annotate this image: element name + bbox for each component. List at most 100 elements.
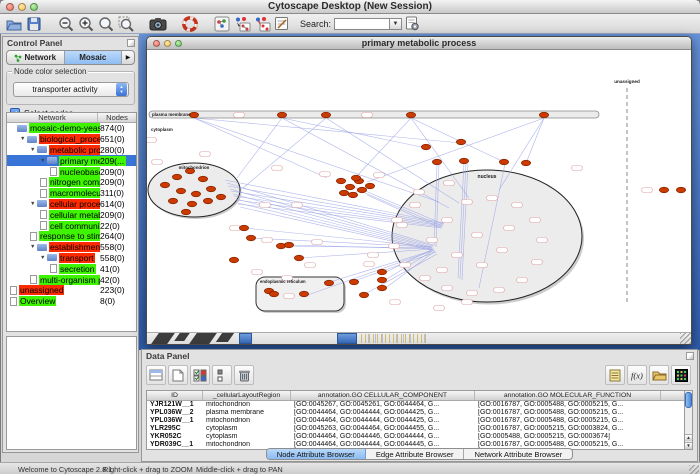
select-attributes-button[interactable] xyxy=(190,365,210,385)
unselect-attributes-button[interactable] xyxy=(212,365,232,385)
graph-node[interactable] xyxy=(203,198,212,204)
graph-node[interactable] xyxy=(262,238,273,243)
graph-node[interactable] xyxy=(521,160,530,166)
graph-node[interactable] xyxy=(348,192,357,198)
network-canvas-scrollbar[interactable] xyxy=(147,332,691,344)
tree-item[interactable]: ▼metabolic process280(0) xyxy=(7,145,136,156)
tree-item[interactable]: ▼cellular process614(0) xyxy=(7,199,136,210)
graph-node[interactable] xyxy=(437,268,448,273)
tab-edge-attribute-browser[interactable]: Edge Attribute Browser xyxy=(366,449,465,459)
resize-grip[interactable] xyxy=(680,333,691,344)
zoom-selected-button[interactable] xyxy=(116,15,136,33)
search-input[interactable] xyxy=(334,18,390,30)
expand-arrow-icon[interactable]: ▼ xyxy=(40,255,47,261)
graph-node[interactable] xyxy=(284,242,293,248)
graph-node[interactable] xyxy=(200,152,211,157)
graph-node[interactable] xyxy=(168,198,177,204)
graph-node[interactable] xyxy=(239,225,248,231)
import-attributes-button[interactable] xyxy=(649,365,669,385)
graph-node[interactable] xyxy=(462,200,473,205)
tab-overflow-arrow[interactable]: ▶ xyxy=(122,51,134,64)
graph-node[interactable] xyxy=(339,190,348,196)
graph-node[interactable] xyxy=(477,263,488,268)
graph-node[interactable] xyxy=(432,159,441,165)
scrollbar-thumb[interactable] xyxy=(685,392,692,408)
search-dropdown-arrow[interactable]: ▼ xyxy=(390,18,402,30)
graph-node[interactable] xyxy=(539,112,548,118)
delete-attribute-button[interactable] xyxy=(234,365,254,385)
tree-item[interactable]: secretion41(0) xyxy=(7,263,136,274)
graph-node[interactable] xyxy=(389,244,400,249)
graph-node[interactable] xyxy=(499,159,508,165)
graph-node[interactable] xyxy=(512,203,523,208)
table-row[interactable]: YKR052Ccytoplasm[GO:0044464, GO:0044446,… xyxy=(147,433,685,441)
graph-node[interactable] xyxy=(530,218,541,223)
window-resize-grip[interactable] xyxy=(689,465,699,474)
graph-node[interactable] xyxy=(452,253,463,258)
column-header[interactable] xyxy=(661,391,685,400)
graph-node[interactable] xyxy=(198,176,207,182)
graph-node[interactable] xyxy=(336,178,345,184)
expand-arrow-icon[interactable]: ▼ xyxy=(30,244,37,250)
tree-item[interactable]: multi-organism pro42(0) xyxy=(7,274,136,285)
graph-node[interactable] xyxy=(517,278,528,283)
plasma-membrane-region[interactable] xyxy=(149,111,599,118)
graph-node[interactable] xyxy=(234,113,245,118)
graph-node[interactable] xyxy=(442,286,453,291)
graph-node[interactable] xyxy=(497,248,508,253)
tree-item[interactable]: cell communicat22(0) xyxy=(7,220,136,231)
graph-node[interactable] xyxy=(321,112,330,118)
search-options-button[interactable] xyxy=(402,15,422,33)
graph-node[interactable] xyxy=(676,187,685,193)
attribute-table[interactable]: ID_cellularLayoutRegionannotation.GO CEL… xyxy=(146,390,686,450)
tab-network[interactable]: Network xyxy=(7,51,65,64)
graph-node[interactable] xyxy=(444,181,455,186)
graph-node[interactable] xyxy=(147,138,157,143)
graph-node[interactable] xyxy=(269,291,278,297)
tree-item[interactable]: unassigned223(0) xyxy=(7,285,136,296)
graph-node[interactable] xyxy=(421,144,430,150)
graph-node[interactable] xyxy=(487,196,498,201)
tab-node-attribute-browser[interactable]: Node Attribute Browser xyxy=(267,449,366,459)
graph-node[interactable] xyxy=(176,188,185,194)
graph-node[interactable] xyxy=(260,203,271,208)
scroll-up-arrow[interactable]: ▲ xyxy=(685,434,692,441)
column-header[interactable]: ID xyxy=(147,391,203,400)
float-panel-icon[interactable] xyxy=(127,39,135,47)
graph-node[interactable] xyxy=(434,306,445,311)
graph-node[interactable] xyxy=(206,186,215,192)
graph-node[interactable] xyxy=(187,201,196,207)
tree-item[interactable]: mosaic-demo-yeast874(0) xyxy=(7,123,136,134)
graph-node[interactable] xyxy=(351,175,360,181)
open-button[interactable] xyxy=(4,15,24,33)
graph-node[interactable] xyxy=(390,300,401,305)
graph-node[interactable] xyxy=(359,292,368,298)
graph-node[interactable] xyxy=(320,172,331,177)
graph-node[interactable] xyxy=(299,291,308,297)
scrollbar-thumb[interactable] xyxy=(239,333,252,344)
graph-node[interactable] xyxy=(462,300,473,305)
zoom-out-button[interactable] xyxy=(56,15,76,33)
graph-node[interactable] xyxy=(357,187,366,193)
graph-node[interactable] xyxy=(494,288,505,293)
create-attribute-button[interactable] xyxy=(168,365,188,385)
annotation-button[interactable] xyxy=(272,15,292,33)
graph-node[interactable] xyxy=(172,174,181,180)
graph-node[interactable] xyxy=(406,112,415,118)
table-row[interactable]: YPL036W__1mitochondrion[GO:0044464, GO:0… xyxy=(147,417,685,425)
show-attributes-button[interactable] xyxy=(146,365,166,385)
attribute-editor-button[interactable] xyxy=(605,365,625,385)
tree-item[interactable]: ▼biological_process651(0) xyxy=(7,134,136,145)
graph-node[interactable] xyxy=(364,262,375,267)
tree-item[interactable]: ▼primary metabol209(... xyxy=(7,155,136,166)
table-row[interactable]: YPL036W__2plasma membrane[GO:0044464, GO… xyxy=(147,409,685,417)
graph-node[interactable] xyxy=(365,183,374,189)
column-header[interactable]: _cellularLayoutRegion xyxy=(203,391,291,400)
graph-node[interactable] xyxy=(191,191,200,197)
graph-node[interactable] xyxy=(572,166,583,171)
graph-node[interactable] xyxy=(294,255,303,261)
tree-item[interactable]: response to stimulu264(0) xyxy=(7,231,136,242)
graph-node[interactable] xyxy=(504,226,515,231)
graph-node[interactable] xyxy=(400,263,411,268)
table-row[interactable]: YJR121W__1mitochondrion[GO:0045267, GO:0… xyxy=(147,401,685,409)
